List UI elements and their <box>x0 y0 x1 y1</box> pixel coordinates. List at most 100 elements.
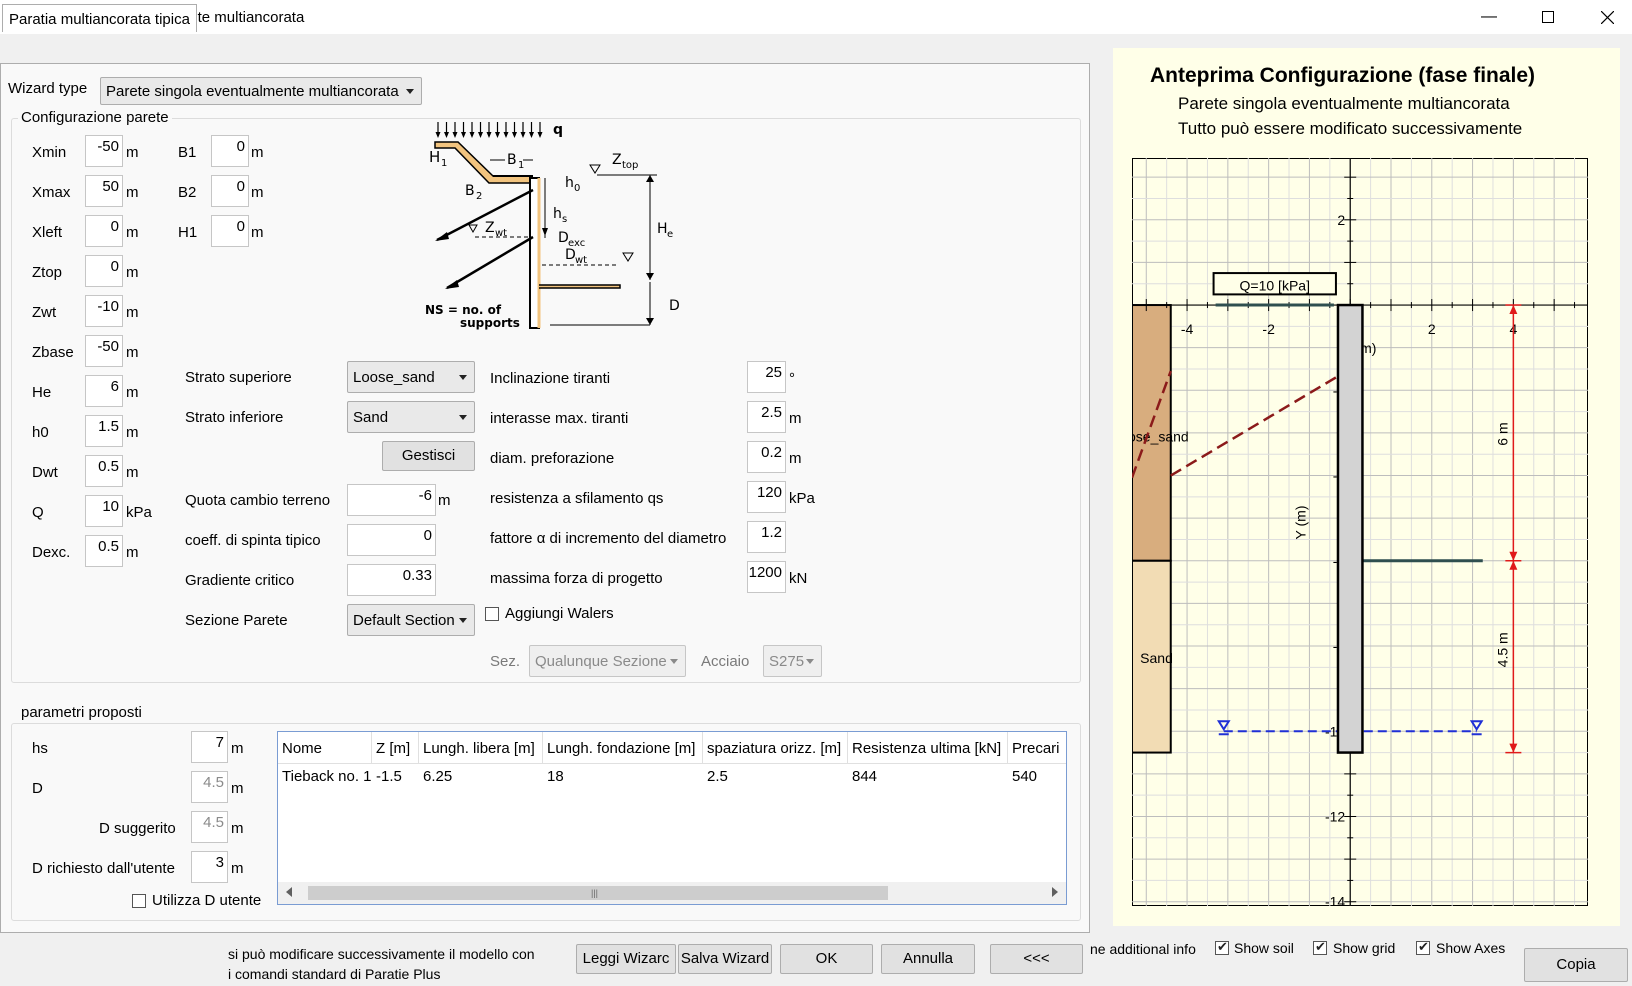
x-tick-label: 2 <box>1428 321 1436 337</box>
svg-text:h: h <box>553 206 562 222</box>
b-input-0[interactable]: 0 <box>211 135 249 167</box>
field-label-6: He <box>32 384 52 401</box>
hs-label: hs <box>32 740 48 757</box>
field-input-7[interactable]: 1.5 <box>85 415 123 447</box>
field-input-5[interactable]: -50 <box>85 335 123 367</box>
show-soil-checkbox[interactable] <box>1215 939 1229 955</box>
scroll-right-icon[interactable] <box>1052 887 1058 897</box>
quota-label: Quota cambio terreno <box>185 492 331 509</box>
field-unit-8: m <box>126 464 139 481</box>
gradiente-label: Gradiente critico <box>185 572 295 589</box>
field-input-10[interactable]: 0.5 <box>85 535 123 567</box>
b-input-2[interactable]: 0 <box>211 215 249 247</box>
field-input-3[interactable]: 0 <box>85 255 123 287</box>
b-label-2: H1 <box>178 224 198 241</box>
svg-text:supports: supports <box>460 316 520 330</box>
svg-text:h: h <box>565 175 574 191</box>
d-input: 4.5 <box>191 771 228 803</box>
right-label-2: diam. preforazione <box>490 450 615 467</box>
field-label-8: Dwt <box>32 464 58 481</box>
wizard-type-select[interactable]: Parete singola eventualmente multiancora… <box>100 77 422 105</box>
back-button[interactable]: <<< <box>990 944 1083 974</box>
annulla-button[interactable]: Annulla <box>881 944 975 974</box>
show-axes-label: Show Axes <box>1436 940 1506 956</box>
footer-note-2: i comandi standard di Paratie Plus <box>228 966 441 982</box>
scroll-left-icon[interactable] <box>286 887 292 897</box>
svg-text:e: e <box>667 229 673 240</box>
d-suggerito-input: 4.5 <box>191 811 228 843</box>
sez-select[interactable]: Qualunque Sezione <box>529 645 686 677</box>
table-hscrollbar[interactable]: ||| <box>278 882 1066 904</box>
svg-text:NS = no. of: NS = no. of <box>425 303 502 317</box>
preview-subtitle-1: Parete singola eventualmente multiancora… <box>1178 94 1510 113</box>
salva-wizard-button[interactable]: Salva Wizard <box>678 944 772 974</box>
d-user-input[interactable]: 3 <box>191 851 228 883</box>
aggiungi-walers-checkbox[interactable] <box>485 607 499 621</box>
field-input-1[interactable]: 50 <box>85 175 123 207</box>
copia-button[interactable]: Copia <box>1524 948 1628 982</box>
field-label-7: h0 <box>32 424 49 441</box>
right-input-3[interactable]: 120 <box>747 481 786 513</box>
b-input-1[interactable]: 0 <box>211 175 249 207</box>
footer-note-1: si può modificare successivamente il mod… <box>228 946 535 962</box>
right-input-4[interactable]: 1.2 <box>747 521 786 553</box>
coeff-input[interactable]: 0 <box>347 524 436 556</box>
gradiente-input[interactable]: 0.33 <box>347 564 436 596</box>
utilizza-d-label: Utilizza D utente <box>152 892 262 909</box>
right-input-1[interactable]: 2.5 <box>747 401 786 433</box>
scroll-thumb[interactable]: ||| <box>308 886 888 900</box>
d-user-unit: m <box>231 860 244 877</box>
acciaio-select[interactable]: S275 <box>763 645 822 677</box>
sezione-select[interactable]: Default Section <box>347 604 475 636</box>
preview-subtitle-2: Tutto può essere modificato successivame… <box>1178 119 1523 138</box>
wizard-type-label: Wizard type <box>8 80 88 97</box>
field-input-2[interactable]: 0 <box>85 215 123 247</box>
right-input-2[interactable]: 0.2 <box>747 441 786 473</box>
additional-info-label: ne additional info <box>1090 941 1196 957</box>
field-unit-4: m <box>126 304 139 321</box>
svg-text:D: D <box>669 298 680 314</box>
table-row[interactable]: Tieback no. 1 -1.5 6.25 18 2.5 844 540 <box>278 732 1066 792</box>
right-label-3: resistenza a sfilamento qs <box>490 490 664 507</box>
field-unit-9: kPa <box>126 504 152 521</box>
svg-text:wt: wt <box>495 228 507 239</box>
strato-inferiore-select[interactable]: Sand <box>347 401 475 433</box>
show-axes-checkbox[interactable] <box>1416 939 1430 955</box>
close-button[interactable] <box>1584 0 1630 34</box>
right-input-0[interactable]: 25 <box>747 361 786 393</box>
show-soil-label: Show soil <box>1234 940 1294 956</box>
right-label-0: Inclinazione tiranti <box>490 370 611 387</box>
right-input-5[interactable]: 1200 <box>747 561 786 593</box>
ok-button[interactable]: OK <box>780 944 873 974</box>
utilizza-d-checkbox[interactable] <box>132 894 146 908</box>
show-grid-label: Show grid <box>1333 940 1396 956</box>
svg-text:s: s <box>562 214 567 225</box>
tab-paratia-multiancorata[interactable]: Paratia multiancorata tipica <box>2 4 197 32</box>
field-input-4[interactable]: -10 <box>85 295 123 327</box>
y-axis-label: Y (m) <box>1292 505 1308 539</box>
dimension-label-upper: 6 m <box>1494 422 1510 445</box>
field-input-8[interactable]: 0.5 <box>85 455 123 487</box>
gestisci-button[interactable]: Gestisci <box>382 441 475 471</box>
right-unit-2: m <box>789 450 802 467</box>
svg-text:0: 0 <box>574 183 580 194</box>
b-unit-2: m <box>251 224 264 241</box>
b-unit-1: m <box>251 184 264 201</box>
strato-superiore-select[interactable]: Loose_sand <box>347 361 475 393</box>
leggi-wizard-button[interactable]: Leggi Wizarc <box>576 944 676 974</box>
show-grid-checkbox[interactable] <box>1313 939 1327 955</box>
strato-superiore-label: Strato superiore <box>185 369 292 386</box>
field-input-0[interactable]: -50 <box>85 135 123 167</box>
hs-input[interactable]: 7 <box>191 731 228 763</box>
maximize-button[interactable] <box>1525 0 1571 34</box>
minimize-button[interactable]: — <box>1466 0 1512 34</box>
field-input-6[interactable]: 6 <box>85 375 123 407</box>
quota-input[interactable]: -6 <box>347 484 436 516</box>
field-input-9[interactable]: 10 <box>85 495 123 527</box>
right-label-1: interasse max. tiranti <box>490 410 629 427</box>
b-label-0: B1 <box>178 144 197 161</box>
field-label-5: Zbase <box>32 344 74 361</box>
field-unit-2: m <box>126 224 139 241</box>
field-unit-0: m <box>126 144 139 161</box>
table-cell: 6.25 <box>423 768 453 785</box>
